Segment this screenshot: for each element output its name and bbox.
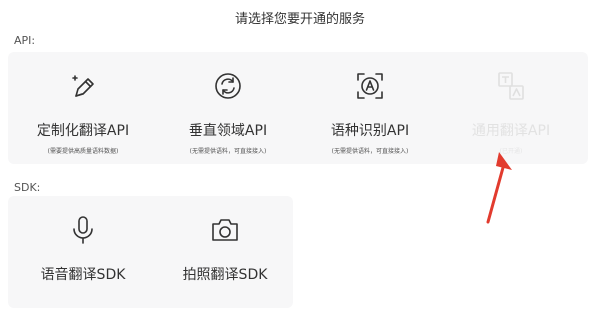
page-title: 请选择您要开通的服务 [234,12,365,27]
api-card-name: 垂直领域API [188,123,268,139]
api-card-name: 语种识别API [330,123,410,139]
camera-icon [212,219,238,241]
api-card-name: 通用翻译API [471,123,551,139]
api-card-language-detection[interactable]: 语种识别API (无需提供语料，可直接接入) [307,70,433,155]
pencil-edit-icon [72,75,94,97]
annotation-arrow-icon [486,152,512,224]
api-card-custom-translation[interactable]: 定制化翻译API (需要提供高质量语料数据) [20,70,146,155]
sdk-card-name: 拍照翻译SDK [182,267,268,283]
sdk-card-voice-translation[interactable]: 语音翻译SDK [20,214,146,284]
api-card-desc: (需要提供高质量语料数据) [47,148,119,155]
translate-icon [498,72,524,100]
api-card-vertical-domain[interactable]: 垂直领域API (无需提供语料，可直接接入) [165,70,291,155]
api-card-desc: (无需提供语料，可直接接入) [189,148,267,155]
sdk-card-name: 语音翻译SDK [40,267,126,283]
microphone-icon [73,216,93,244]
api-card-general-translation[interactable]: 通用翻译API (已开通) [448,70,574,155]
api-card-desc: (无需提供语料，可直接接入) [331,148,409,155]
refresh-cycle-icon [215,73,241,99]
sdk-card-photo-translation[interactable]: 拍照翻译SDK [162,214,288,284]
api-section-label: API: [14,34,36,47]
api-card-name: 定制化翻译API [36,123,130,139]
sdk-section-label: SDK: [14,181,41,194]
letter-a-scan-icon [357,73,383,99]
